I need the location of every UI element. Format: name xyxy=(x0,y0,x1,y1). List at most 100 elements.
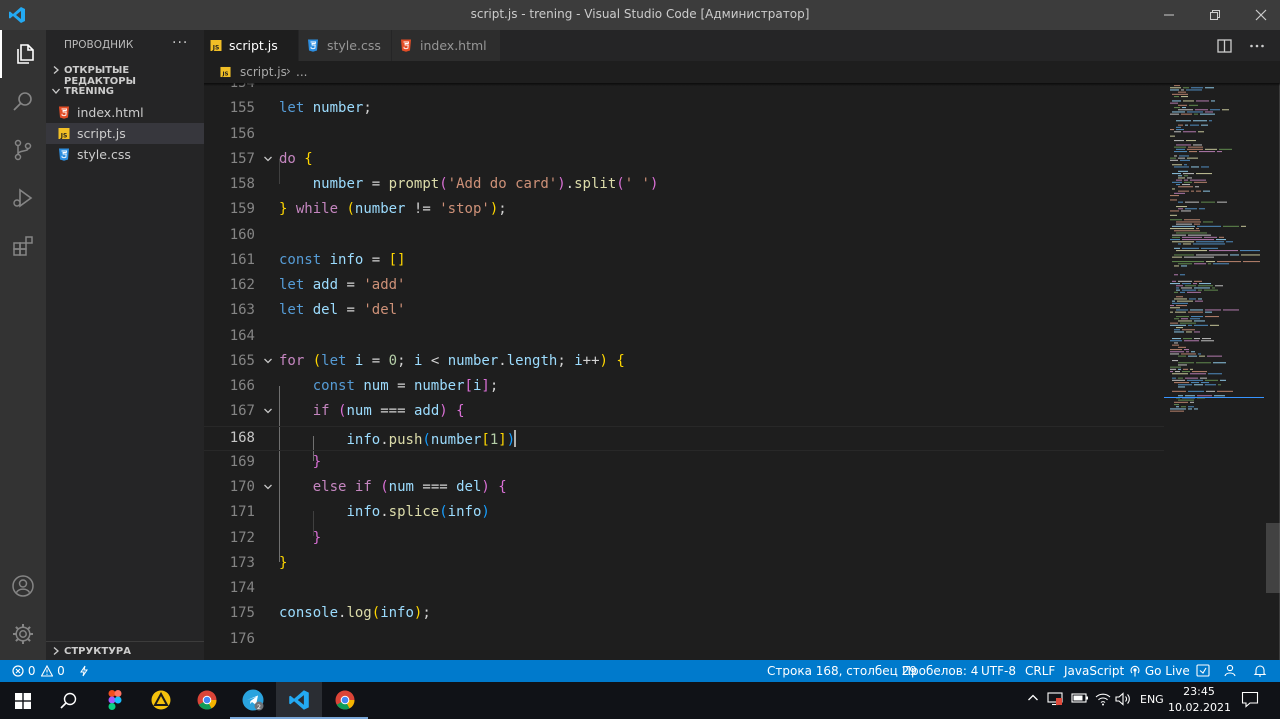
close-window-button[interactable] xyxy=(1238,0,1280,30)
line-number: 156 xyxy=(229,125,255,142)
code-line[interactable]: 159} while (number != 'stop'); xyxy=(204,198,1164,223)
fold-chevron-icon[interactable] xyxy=(262,355,274,367)
status-bar: 0 0 Строка 168, столбец 29 Пробелов: 4 U… xyxy=(0,660,1280,682)
indentation[interactable]: Пробелов: 4 xyxy=(902,664,978,678)
code-text: } xyxy=(312,529,322,546)
code-line[interactable]: 164 xyxy=(204,325,1164,350)
broadcast-icon xyxy=(1130,665,1140,677)
line-number: 160 xyxy=(229,226,255,243)
taskbar-app-yellow[interactable] xyxy=(138,682,184,719)
code-line[interactable]: 168 info.push(number[1]) xyxy=(204,425,1164,451)
search-button[interactable] xyxy=(0,78,46,126)
fold-chevron-icon[interactable] xyxy=(262,481,274,493)
action-center-button[interactable] xyxy=(1241,691,1259,711)
breadcrumb-file[interactable]: script.js xyxy=(240,65,287,79)
file-item-index-html[interactable]: index.html xyxy=(46,102,204,123)
encoding[interactable]: UTF-8 xyxy=(981,664,1016,678)
code-line[interactable]: 170 else if (num === del) { xyxy=(204,476,1164,501)
code-text: } xyxy=(279,554,288,571)
code-line[interactable]: 165 for (let i = 0; i < number.length; i+… xyxy=(204,350,1164,375)
code-line[interactable]: 163 let del = 'del' xyxy=(204,299,1164,324)
outline-section[interactable]: СТРУКТУРА xyxy=(46,641,204,660)
code-line[interactable]: 174 xyxy=(204,577,1164,602)
open-editors-section[interactable]: ОТКРЫТЫЕ РЕДАКТОРЫ xyxy=(46,61,204,87)
taskbar-chrome[interactable] xyxy=(184,682,230,719)
code-line[interactable]: 176 xyxy=(204,628,1164,653)
input-language[interactable]: ENG xyxy=(1140,693,1164,706)
code-line[interactable]: 171 info.splice(info) xyxy=(204,501,1164,526)
code-line[interactable]: 162 let add = 'add' xyxy=(204,274,1164,299)
more-actions-button[interactable]: ··· xyxy=(172,35,188,51)
minimap[interactable] xyxy=(1164,83,1264,660)
restore-button[interactable] xyxy=(1192,0,1238,30)
code-text: info.push(number[1]) xyxy=(346,429,517,448)
tray-app[interactable] xyxy=(1047,692,1063,709)
accounts-status-button[interactable] xyxy=(1224,664,1238,680)
language-mode[interactable]: JavaScript xyxy=(1064,664,1124,678)
source-control-button[interactable] xyxy=(0,126,46,174)
folder-label: TRENING xyxy=(64,86,115,97)
js-file-icon: JS xyxy=(58,128,70,140)
breadcrumb-symbol[interactable]: ... xyxy=(296,65,307,79)
tray-volume[interactable] xyxy=(1115,692,1133,709)
line-number: 170 xyxy=(229,479,255,495)
code-line[interactable]: 161 const info = [] xyxy=(204,249,1164,274)
problems-indicator[interactable]: 0 0 xyxy=(12,664,65,678)
split-editor-button[interactable] xyxy=(1216,37,1234,55)
cursor-position[interactable]: Строка 168, столбец 29 xyxy=(767,664,917,678)
tray-overflow-button[interactable] xyxy=(1027,692,1039,707)
tab-script-js[interactable]: JS script.js xyxy=(204,30,298,61)
fold-chevron-icon[interactable] xyxy=(262,153,274,165)
live-share-button[interactable] xyxy=(78,664,90,678)
tab-style-css[interactable]: style.css xyxy=(299,30,391,61)
line-number: 176 xyxy=(229,630,255,647)
code-line[interactable]: 155 let number; xyxy=(204,97,1164,122)
search-icon xyxy=(13,92,32,111)
line-number: 167 xyxy=(229,403,255,420)
taskbar-chrome-2[interactable] xyxy=(322,682,368,719)
code-line[interactable]: 158 number = prompt('Add do card').split… xyxy=(204,173,1164,198)
code-line[interactable]: 157 do { xyxy=(204,148,1164,173)
file-item-style-css[interactable]: style.css xyxy=(46,144,204,165)
code-line[interactable]: 169 } xyxy=(204,451,1164,476)
file-item-script-js[interactable]: JS script.js xyxy=(46,123,204,144)
manage-button[interactable] xyxy=(0,610,46,658)
code-line[interactable]: 172 } xyxy=(204,527,1164,552)
editor-more-button[interactable] xyxy=(1248,37,1266,55)
notifications-button[interactable] xyxy=(1253,664,1267,680)
taskbar-figma[interactable] xyxy=(92,682,138,719)
tray-wifi[interactable] xyxy=(1095,692,1111,709)
code-line[interactable]: 173} xyxy=(204,552,1164,577)
run-debug-button[interactable] xyxy=(0,174,46,222)
clock[interactable]: 23:45 10.02.2021 xyxy=(1168,684,1231,716)
line-number: 175 xyxy=(229,605,255,622)
fold-chevron-icon[interactable] xyxy=(262,405,274,417)
line-number: 174 xyxy=(229,580,255,596)
tab-index-html[interactable]: index.html xyxy=(392,30,500,61)
minimize-button[interactable] xyxy=(1146,0,1192,30)
code-line[interactable]: 175 console.log(info); xyxy=(204,602,1164,627)
account-icon xyxy=(12,575,34,597)
code-line[interactable]: 160 xyxy=(204,224,1164,249)
code-line[interactable]: 167 if (num === add) { xyxy=(204,400,1164,425)
taskbar-vscode[interactable] xyxy=(276,682,322,719)
accounts-button[interactable] xyxy=(0,562,46,610)
taskbar-search-button[interactable] xyxy=(46,682,92,719)
vertical-scrollbar[interactable] xyxy=(1266,523,1280,593)
folder-section[interactable]: TRENING xyxy=(46,82,204,102)
taskbar-telegram[interactable]: 2 xyxy=(230,682,276,719)
start-button[interactable] xyxy=(0,682,46,719)
window-title: script.js - trening - Visual Studio Code… xyxy=(470,7,810,21)
code-editor[interactable]: 154 155 let number; 156 157 do {158 number = … xyxy=(204,83,1280,660)
explorer-button[interactable] xyxy=(0,30,46,78)
go-live-button[interactable]: Go Live xyxy=(1129,664,1190,678)
tray-battery[interactable] xyxy=(1071,692,1089,707)
line-endings[interactable]: CRLF xyxy=(1025,664,1055,678)
code-text: number = prompt('Add do card').split(' '… xyxy=(312,176,659,192)
file-name: style.css xyxy=(77,147,131,162)
extensions-button[interactable] xyxy=(0,222,46,270)
tweet-feedback-button[interactable] xyxy=(1196,664,1210,680)
code-text: do { xyxy=(279,150,313,167)
code-line[interactable]: 166 const num = number[i]; xyxy=(204,375,1164,400)
code-line[interactable]: 156 xyxy=(204,123,1164,148)
